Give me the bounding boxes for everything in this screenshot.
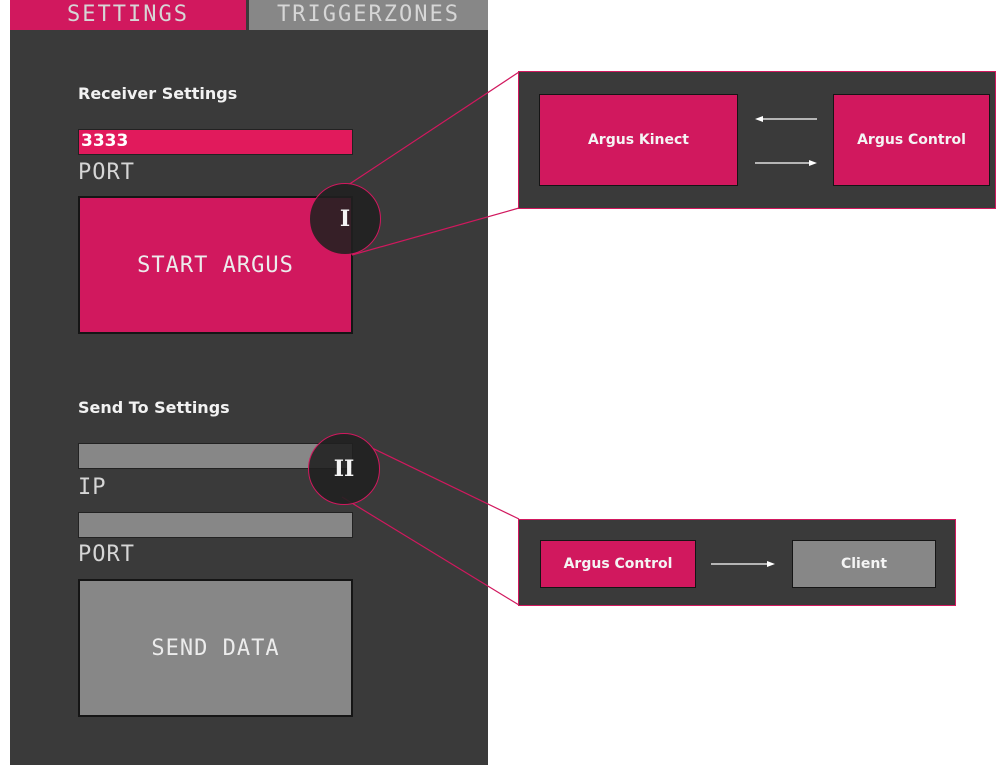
send-ip-label: IP [78, 475, 107, 500]
arrow-left-icon [755, 116, 763, 122]
callout-marker-one: I [309, 183, 381, 255]
receiver-port-label: PORT [78, 160, 135, 185]
receiver-settings-title: Receiver Settings [78, 84, 238, 103]
send-to-settings-title: Send To Settings [78, 398, 230, 417]
callout-receiver-diagram: Argus Kinect Argus Control [518, 71, 996, 209]
receiver-port-input[interactable]: 3333 [78, 129, 353, 155]
send-port-input[interactable] [78, 512, 353, 538]
receiver-port-value: 3333 [81, 131, 129, 151]
tab-triggerzones[interactable]: TRIGGERZONES [249, 0, 488, 30]
bidirectional-arrows [755, 116, 817, 166]
callout-send-diagram: Argus Control Client [518, 519, 956, 606]
tab-settings[interactable]: SETTINGS [10, 0, 246, 30]
send-arrow [711, 561, 775, 567]
send-data-button[interactable]: SEND DATA [78, 579, 353, 717]
callout-marker-two: II [308, 433, 380, 505]
arrow-right-icon [809, 160, 817, 166]
arrow-right-icon [767, 561, 775, 567]
send-port-label: PORT [78, 542, 135, 567]
